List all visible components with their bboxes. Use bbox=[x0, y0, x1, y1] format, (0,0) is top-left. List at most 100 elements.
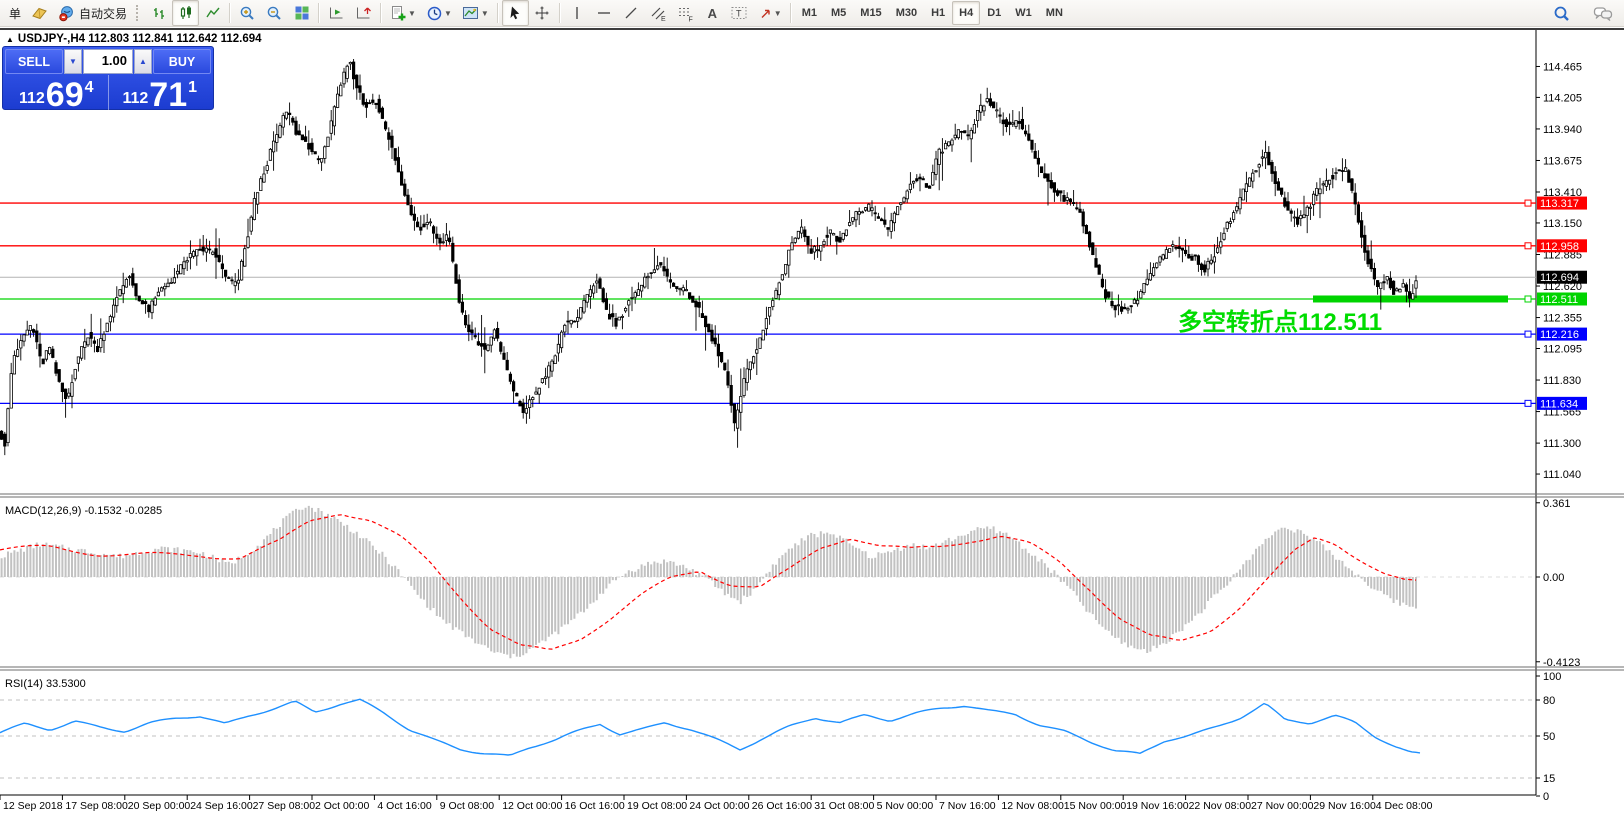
crosshair-icon bbox=[534, 5, 550, 21]
svg-text:19 Oct 08:00: 19 Oct 08:00 bbox=[627, 800, 687, 812]
horizontal-line-button[interactable] bbox=[591, 0, 618, 26]
crosshair-button[interactable] bbox=[529, 0, 556, 26]
macd-layer[interactable] bbox=[0, 506, 1536, 658]
vertical-line-button[interactable] bbox=[564, 0, 591, 26]
annotation-text: 多空转折点112.511 bbox=[1178, 308, 1382, 336]
bar-chart-button[interactable] bbox=[145, 0, 172, 26]
toolbar-separator bbox=[380, 3, 382, 23]
tf-button-H1[interactable]: H1 bbox=[924, 1, 952, 25]
indicators-button[interactable]: ▼ bbox=[385, 0, 421, 26]
chevron-down-icon: ▼ bbox=[408, 9, 416, 18]
autotrading-button[interactable]: 自动交易 bbox=[53, 0, 132, 26]
volume-input[interactable]: 1.00 bbox=[83, 49, 133, 74]
fibonacci-button[interactable]: F bbox=[672, 0, 699, 26]
volume-increase-button[interactable]: ▲ bbox=[134, 49, 152, 74]
collapse-triangle-icon[interactable]: ▲ bbox=[6, 35, 14, 44]
cursor-button[interactable] bbox=[502, 0, 529, 26]
line-chart-icon bbox=[205, 5, 221, 21]
cursor-icon bbox=[507, 5, 523, 21]
zoom-in-button[interactable] bbox=[234, 0, 261, 26]
text-icon: A bbox=[708, 6, 717, 21]
svg-text:24 Sep 16:00: 24 Sep 16:00 bbox=[190, 800, 253, 812]
svg-text:111.830: 111.830 bbox=[1543, 375, 1581, 387]
toolbar-separator bbox=[559, 3, 561, 23]
candlestick-chart-button[interactable] bbox=[172, 0, 199, 26]
chat-button[interactable] bbox=[1589, 1, 1616, 27]
trendline-icon bbox=[623, 5, 639, 21]
tf-button-M1[interactable]: M1 bbox=[795, 1, 824, 25]
periods-icon bbox=[426, 5, 443, 22]
chart-canvas[interactable]: 多空转折点112.511114.465114.205113.940113.675… bbox=[0, 28, 1624, 822]
svg-text:E: E bbox=[661, 16, 666, 22]
arrows-icon bbox=[758, 6, 773, 21]
svg-text:112.355: 112.355 bbox=[1543, 313, 1582, 325]
autotrading-label: 自动交易 bbox=[79, 5, 127, 22]
tf-button-M30[interactable]: M30 bbox=[889, 1, 924, 25]
rsi-label: RSI(14) 33.5300 bbox=[5, 678, 86, 690]
svg-text:111.040: 111.040 bbox=[1543, 469, 1581, 481]
trendline-button[interactable] bbox=[618, 0, 645, 26]
macd-label: MACD(12,26,9) -0.1532 -0.0285 bbox=[5, 505, 162, 517]
tf-button-D1[interactable]: D1 bbox=[980, 1, 1008, 25]
svg-text:15 Nov 00:00: 15 Nov 00:00 bbox=[1064, 800, 1127, 812]
chevron-down-icon: ▼ bbox=[774, 9, 782, 18]
candles-layer[interactable] bbox=[0, 59, 1417, 455]
auto-scroll-button[interactable] bbox=[323, 0, 350, 26]
svg-text:F: F bbox=[688, 16, 692, 22]
volume-decrease-button[interactable]: ▼ bbox=[64, 49, 82, 74]
svg-text:0.361: 0.361 bbox=[1543, 498, 1571, 510]
buy-button[interactable]: BUY bbox=[153, 49, 211, 74]
time-axis: 12 Sep 201817 Sep 08:0020 Sep 00:0024 Se… bbox=[0, 795, 1433, 812]
main-toolbar: 单 自动交易 ▼ ▼ ▼ bbox=[0, 0, 1624, 27]
chevron-down-icon: ▼ bbox=[481, 9, 489, 18]
toolbar-separator bbox=[790, 3, 792, 23]
new-order-button[interactable]: 单 bbox=[1, 0, 26, 26]
timeframe-group: M1M5M15M30H1H4D1W1MN bbox=[795, 1, 1070, 25]
search-button[interactable] bbox=[1548, 1, 1575, 27]
tf-button-W1[interactable]: W1 bbox=[1008, 1, 1039, 25]
periods-button[interactable]: ▼ bbox=[421, 0, 457, 26]
rsi-layer[interactable] bbox=[0, 699, 1536, 778]
templates-icon bbox=[462, 5, 480, 21]
svg-text:27 Sep 08:00: 27 Sep 08:00 bbox=[253, 800, 316, 812]
svg-text:0: 0 bbox=[1543, 791, 1549, 803]
channel-button[interactable]: E bbox=[645, 0, 672, 26]
svg-text:112.958: 112.958 bbox=[1540, 241, 1579, 253]
svg-text:113.675: 113.675 bbox=[1543, 155, 1582, 167]
sell-button[interactable]: SELL bbox=[5, 49, 63, 74]
buy-price[interactable]: 112 71 1 bbox=[109, 75, 212, 111]
zoom-out-button[interactable] bbox=[261, 0, 288, 26]
tf-button-H4[interactable]: H4 bbox=[952, 1, 980, 25]
chart-window[interactable]: 多空转折点112.511114.465114.205113.940113.675… bbox=[0, 28, 1624, 822]
sell-price-small: 112 bbox=[19, 91, 45, 107]
auto-scroll-icon bbox=[328, 5, 345, 21]
svg-text:113.940: 113.940 bbox=[1543, 124, 1582, 136]
text-button[interactable]: A bbox=[699, 0, 726, 26]
line-chart-button[interactable] bbox=[199, 0, 226, 26]
svg-text:112.216: 112.216 bbox=[1540, 329, 1579, 341]
candlestick-icon bbox=[178, 5, 194, 21]
svg-text:114.465: 114.465 bbox=[1543, 61, 1582, 73]
tf-button-M5[interactable]: M5 bbox=[824, 1, 853, 25]
templates-button[interactable]: ▼ bbox=[457, 0, 494, 26]
svg-text:24 Oct 00:00: 24 Oct 00:00 bbox=[689, 800, 749, 812]
tf-button-M15[interactable]: M15 bbox=[853, 1, 888, 25]
hline-layer[interactable] bbox=[0, 200, 1536, 406]
chart-shift-button[interactable] bbox=[350, 0, 377, 26]
svg-text:113.150: 113.150 bbox=[1543, 218, 1582, 230]
indicators-icon bbox=[390, 5, 407, 22]
tf-button-MN[interactable]: MN bbox=[1039, 1, 1070, 25]
svg-text:29 Nov 16:00: 29 Nov 16:00 bbox=[1313, 800, 1376, 812]
text-label-button[interactable]: T bbox=[726, 0, 753, 26]
svg-text:7 Nov 16:00: 7 Nov 16:00 bbox=[939, 800, 996, 812]
svg-text:27 Nov 00:00: 27 Nov 00:00 bbox=[1251, 800, 1314, 812]
svg-text:9 Oct 08:00: 9 Oct 08:00 bbox=[440, 800, 494, 812]
one-click-trading-panel: SELL ▼ 1.00 ▲ BUY 112 69 4 112 71 1 bbox=[2, 46, 214, 110]
text-label-icon: T bbox=[730, 5, 748, 21]
sell-price[interactable]: 112 69 4 bbox=[5, 75, 109, 111]
symbol-header: ▲ USDJPY-,H4 112.803 112.841 112.642 112… bbox=[6, 33, 262, 45]
svg-text:12 Oct 00:00: 12 Oct 00:00 bbox=[502, 800, 562, 812]
metaeditor-button[interactable] bbox=[26, 0, 53, 26]
tile-windows-button[interactable] bbox=[288, 0, 315, 26]
arrows-button[interactable]: ▼ bbox=[753, 0, 787, 26]
